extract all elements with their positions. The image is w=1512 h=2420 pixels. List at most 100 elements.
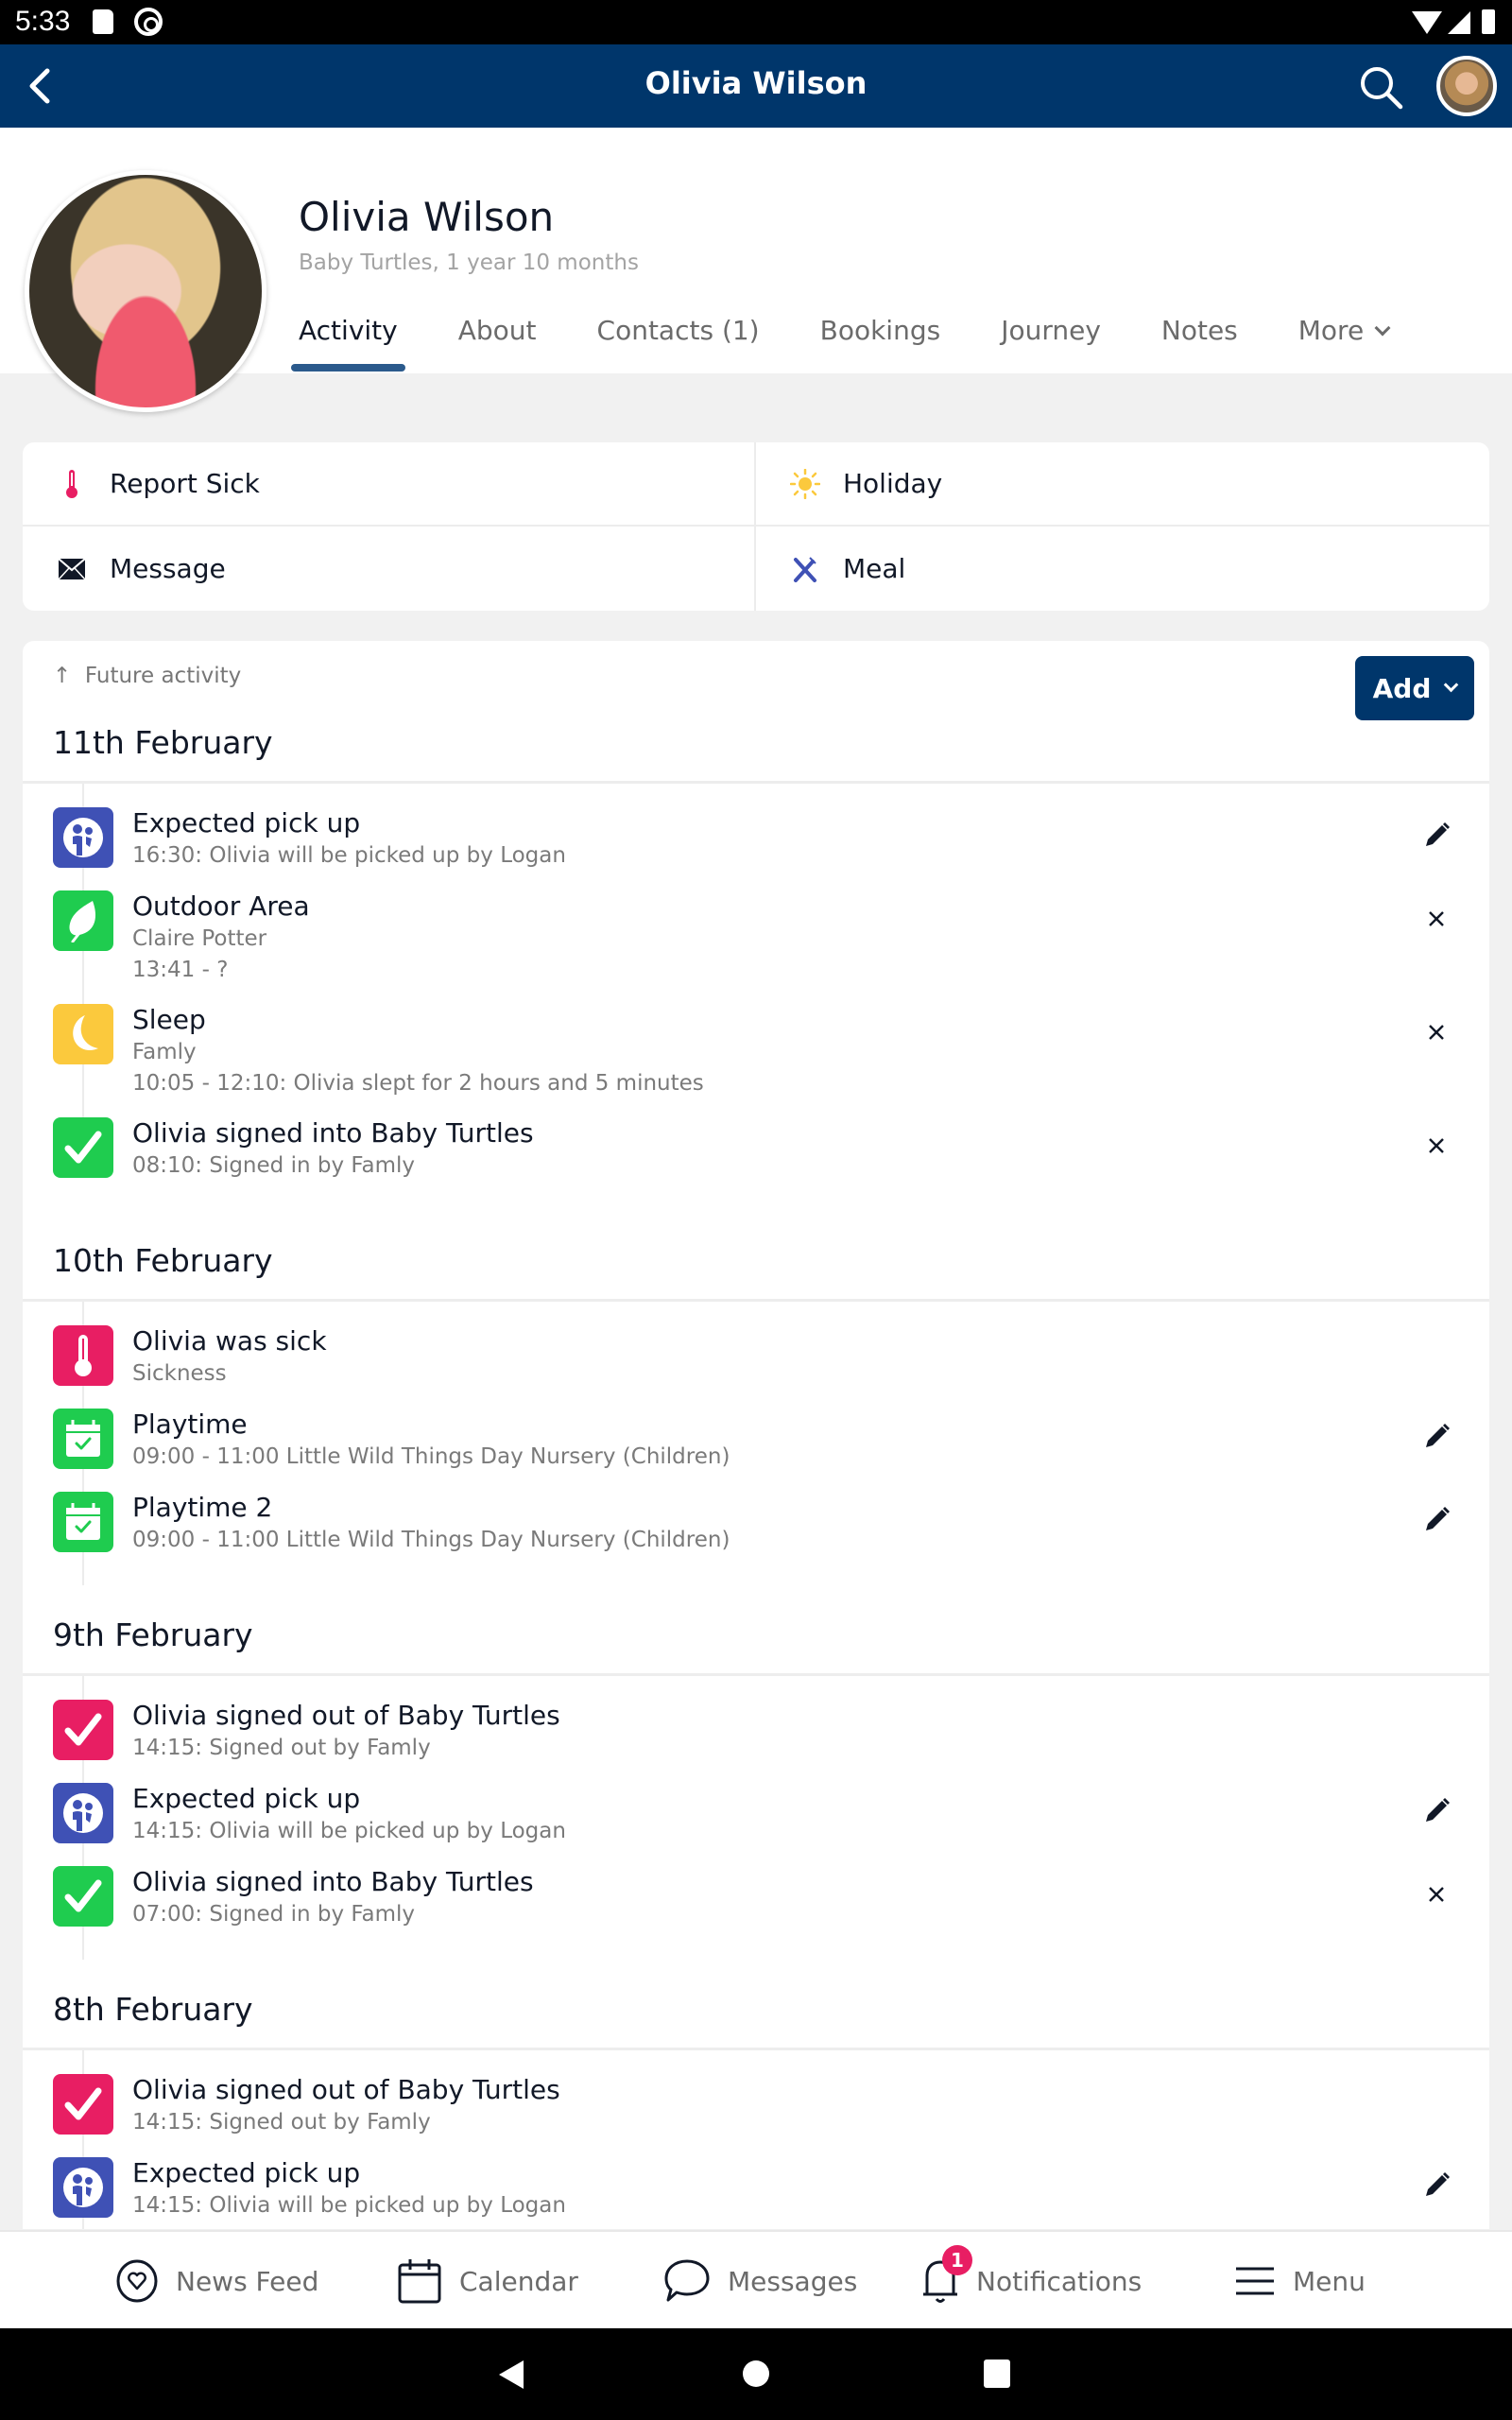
remove-button[interactable] <box>1418 1877 1455 1915</box>
activity-detail: 16:30: Olivia will be picked up by Logan <box>132 843 566 868</box>
activity-title: Playtime 2 <box>132 1492 273 1523</box>
battery-icon <box>1482 9 1495 34</box>
tab-activity[interactable]: Activity <box>291 315 405 373</box>
check-icon <box>53 2074 113 2135</box>
activity-title: Sleep <box>132 1004 206 1035</box>
section-divider <box>23 781 1489 784</box>
speech-bubble-icon <box>664 2259 710 2302</box>
message-button[interactable]: Message <box>23 527 756 611</box>
section-divider <box>23 1299 1489 1302</box>
moon-icon <box>53 1004 113 1064</box>
close-icon <box>1428 1886 1445 1907</box>
quick-action-label: Holiday <box>843 468 943 499</box>
day-heading: 11th February <box>53 724 273 761</box>
heart-circle-icon <box>116 2259 158 2303</box>
close-icon <box>1428 910 1445 931</box>
pickup-icon <box>53 807 113 868</box>
section-divider <box>23 1673 1489 1676</box>
tab-label: More <box>1297 315 1365 346</box>
quick-actions: Report Sick Holiday Message Meal <box>23 442 1489 611</box>
activity-title: Expected pick up <box>132 1783 361 1814</box>
tab-label: Journey <box>1001 315 1101 346</box>
quick-action-label: Meal <box>843 553 906 584</box>
calendar-check-icon <box>53 1492 113 1552</box>
nav-menu[interactable]: Menu <box>1234 2232 1366 2330</box>
system-home-icon[interactable] <box>741 2359 771 2389</box>
activity-feed: ↑ Future activity Add 11th February Expec… <box>23 641 1489 2229</box>
edit-button[interactable] <box>1418 1503 1455 1541</box>
future-activity-link[interactable]: ↑ Future activity <box>53 664 241 688</box>
tab-label: Notes <box>1160 315 1238 346</box>
meal-button[interactable]: Meal <box>756 527 1489 611</box>
tab-label: Activity <box>299 315 398 346</box>
activity-title: Outdoor Area <box>132 890 310 922</box>
sun-icon <box>790 468 820 499</box>
tab-contacts[interactable]: Contacts (1) <box>597 315 760 373</box>
add-button[interactable]: Add <box>1355 656 1474 720</box>
nav-label: Messages <box>728 2265 858 2297</box>
activity-title: Expected pick up <box>132 2157 361 2188</box>
edit-button[interactable] <box>1418 1794 1455 1832</box>
nav-news-feed[interactable]: News Feed <box>115 2232 318 2330</box>
pencil-icon <box>1422 1506 1451 1538</box>
activity-detail: Claire Potter <box>132 926 267 951</box>
tab-bookings[interactable]: Bookings <box>820 315 941 373</box>
add-button-label: Add <box>1372 672 1432 704</box>
close-icon <box>1428 1024 1445 1045</box>
profile-header: Olivia Wilson Baby Turtles, 1 year 10 mo… <box>0 128 1512 412</box>
tab-notes[interactable]: Notes <box>1161 315 1238 373</box>
search-button[interactable] <box>1357 63 1406 112</box>
calendar-check-icon <box>53 1409 113 1469</box>
status-bar: 5:33 <box>0 0 1512 44</box>
nav-notifications[interactable]: 1 Notifications <box>921 2232 1142 2330</box>
activity-detail: 14:15: Olivia will be picked up by Logan <box>132 1819 566 1843</box>
chevron-down-icon <box>1444 677 1459 692</box>
tab-journey[interactable]: Journey <box>1001 315 1101 373</box>
tab-more[interactable]: More <box>1297 315 1391 373</box>
activity-title: Olivia signed out of Baby Turtles <box>132 2074 560 2105</box>
wifi-icon <box>1412 11 1442 34</box>
edit-button[interactable] <box>1418 2169 1455 2206</box>
hamburger-icon <box>1236 2267 1274 2295</box>
nav-label: Menu <box>1293 2265 1366 2297</box>
remove-button[interactable] <box>1418 902 1455 940</box>
activity-detail: 14:15: Signed out by Famly <box>132 1736 431 1760</box>
holiday-button[interactable]: Holiday <box>756 442 1489 527</box>
edit-button[interactable] <box>1418 1420 1455 1458</box>
tab-about[interactable]: About <box>458 315 537 373</box>
activity-detail: 14:15: Olivia will be picked up by Logan <box>132 2193 566 2218</box>
system-back-icon[interactable] <box>497 2359 525 2391</box>
app-bar: Olivia Wilson <box>0 44 1512 128</box>
nav-label: Calendar <box>459 2265 578 2297</box>
nav-label: News Feed <box>176 2265 319 2297</box>
edit-button[interactable] <box>1418 819 1455 856</box>
tab-label: Contacts (1) <box>596 315 760 346</box>
pencil-icon <box>1422 1797 1451 1829</box>
cutlery-icon <box>790 554 820 584</box>
activity-detail: Sickness <box>132 1361 227 1386</box>
child-name: Olivia Wilson <box>299 194 555 240</box>
search-icon <box>1361 67 1403 110</box>
pencil-icon <box>1422 821 1451 854</box>
activity-title: Olivia signed into Baby Turtles <box>132 1117 534 1149</box>
thermometer-icon <box>57 469 87 499</box>
user-avatar[interactable] <box>1436 56 1497 116</box>
activity-title: Olivia signed out of Baby Turtles <box>132 1700 560 1731</box>
nav-messages[interactable]: Messages <box>663 2232 857 2330</box>
nav-calendar[interactable]: Calendar <box>397 2232 578 2330</box>
calendar-icon <box>398 2259 441 2304</box>
remove-button[interactable] <box>1418 1129 1455 1167</box>
report-sick-button[interactable]: Report Sick <box>23 442 756 527</box>
activity-detail: 09:00 - 11:00 Little Wild Things Day Nur… <box>132 1444 730 1469</box>
system-recents-icon[interactable] <box>983 2359 1011 2389</box>
activity-detail: 07:00: Signed in by Famly <box>132 1902 415 1927</box>
arrow-up-icon: ↑ <box>53 664 72 688</box>
activity-title: Playtime <box>132 1409 248 1440</box>
quick-action-label: Report Sick <box>110 468 260 499</box>
check-icon <box>53 1866 113 1927</box>
tab-label: Bookings <box>819 315 941 346</box>
remove-button[interactable] <box>1418 1015 1455 1053</box>
check-icon <box>53 1700 113 1760</box>
pickup-icon <box>53 2157 113 2218</box>
tab-label: About <box>457 315 537 346</box>
